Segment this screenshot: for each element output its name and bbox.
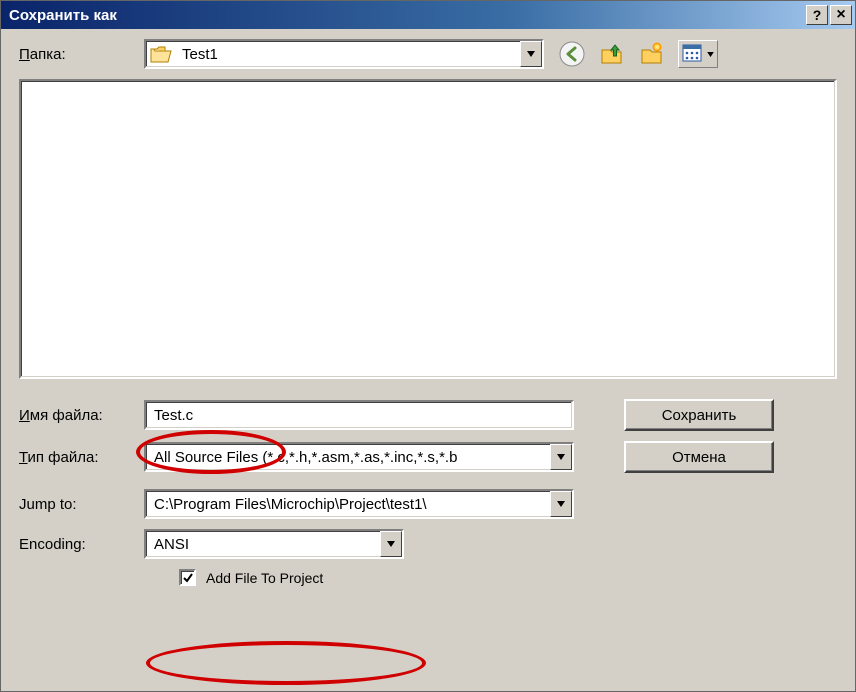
add-to-project-checkbox[interactable] [179,569,196,586]
filetype-value: All Source Files (*.c,*.h,*.asm,*.as,*.i… [150,449,550,466]
add-to-project-label: Add File To Project [206,570,323,586]
file-list[interactable] [19,79,837,379]
back-button[interactable] [558,40,586,68]
folder-row: Папка: Test1 [19,39,837,69]
back-arrow-icon [559,41,585,67]
folder-combo[interactable]: Test1 [144,39,544,69]
client-area: Папка: Test1 [1,29,855,594]
encoding-combo[interactable]: ANSI [144,529,404,559]
folder-dropdown-button[interactable] [520,41,542,67]
help-button[interactable]: ? [806,5,828,25]
folder-up-icon [599,41,625,67]
view-icon [682,44,704,64]
encoding-dropdown-button[interactable] [380,531,402,557]
new-folder-button[interactable] [638,40,666,68]
chevron-down-icon [527,51,535,57]
cancel-button[interactable]: Отмена [624,441,774,473]
jumpto-row: Jump to: C:\Program Files\Microchip\Proj… [19,489,837,519]
folder-label: Папка: [19,46,144,63]
folder-new-icon [639,41,665,67]
filetype-combo[interactable]: All Source Files (*.c,*.h,*.asm,*.as,*.i… [144,442,574,472]
filename-input[interactable]: Test.c [144,400,574,430]
jumpto-dropdown-button[interactable] [550,491,572,517]
annotation-ellipse [146,641,426,685]
check-icon [182,572,194,584]
folder-value: Test1 [178,46,520,63]
jumpto-label: Jump to: [19,496,144,513]
toolbar-icons [558,40,718,68]
jumpto-value: C:\Program Files\Microchip\Project\test1… [150,496,550,513]
up-one-level-button[interactable] [598,40,626,68]
chevron-down-icon [557,454,565,460]
window-title: Сохранить как [9,7,117,24]
filetype-label: Тип файла: [19,449,144,466]
filename-value: Test.c [154,407,193,424]
chevron-down-icon [707,52,714,57]
filename-row: Имя файла: Test.c Сохранить [19,399,837,431]
chevron-down-icon [557,501,565,507]
folder-open-icon [150,45,172,63]
chevron-down-icon [387,541,395,547]
encoding-label: Encoding: [19,536,144,553]
filetype-row: Тип файла: All Source Files (*.c,*.h,*.a… [19,441,837,473]
titlebar: Сохранить как ? × [1,1,855,29]
close-button[interactable]: × [830,5,852,25]
jumpto-combo[interactable]: C:\Program Files\Microchip\Project\test1… [144,489,574,519]
filename-label: Имя файла: [19,407,144,424]
encoding-value: ANSI [150,536,380,553]
view-menu-button[interactable] [678,40,718,68]
save-button[interactable]: Сохранить [624,399,774,431]
add-to-project-row: Add File To Project [179,569,837,586]
encoding-row: Encoding: ANSI [19,529,837,559]
titlebar-buttons: ? × [806,5,852,25]
save-as-dialog: Сохранить как ? × Папка: Test1 [0,0,856,692]
filetype-dropdown-button[interactable] [550,444,572,470]
